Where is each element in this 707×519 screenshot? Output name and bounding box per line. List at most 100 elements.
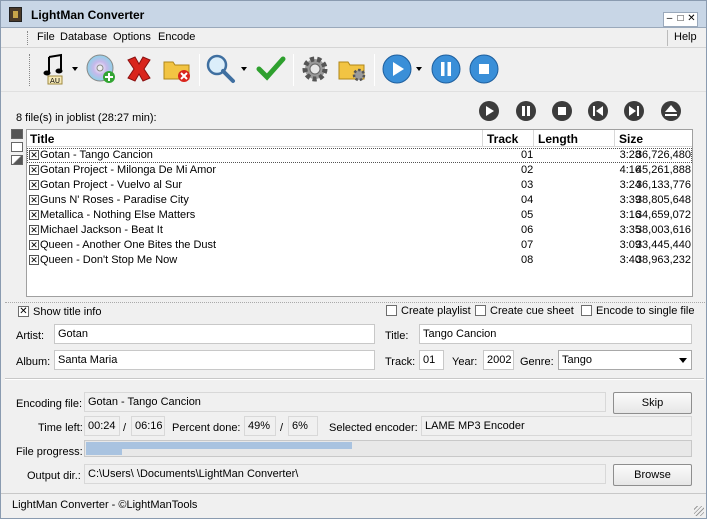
title-field[interactable]: Tango Cancion — [419, 324, 692, 344]
menu-help[interactable]: Help — [674, 31, 697, 43]
invert-selection-icon[interactable] — [11, 155, 23, 165]
file-progress-bar — [84, 440, 692, 457]
player-next-icon[interactable] — [623, 100, 645, 122]
table-row[interactable]: ✕ Guns N' Roses - Paradise City 04 3:39 … — [27, 193, 692, 208]
joblist-summary: 8 file(s) in joblist (28:27 min): — [16, 112, 157, 124]
add-cd-icon[interactable] — [85, 53, 117, 85]
album-field[interactable]: Santa Maria — [54, 350, 375, 370]
show-title-info-checkbox[interactable]: ✕ — [18, 306, 29, 317]
table-row[interactable]: ✕ Queen - Another One Bites the Dust 07 … — [27, 238, 692, 253]
row-checkbox[interactable]: ✕ — [29, 225, 39, 235]
year-label: Year: — [452, 356, 478, 368]
menu-encode[interactable]: Encode — [158, 31, 195, 43]
year-field[interactable]: 2002 — [483, 350, 514, 370]
row-checkbox[interactable]: ✕ — [29, 150, 39, 160]
track-field[interactable]: 01 — [419, 350, 444, 370]
table-row[interactable]: ✕ Gotan Project - Milonga De Mi Amor 02 … — [27, 163, 692, 178]
resize-grip[interactable] — [694, 506, 704, 516]
column-title[interactable]: Title — [30, 132, 54, 146]
row-title: Gotan Project - Milonga De Mi Amor — [40, 164, 217, 176]
settings-icon[interactable] — [299, 53, 331, 85]
status-bar: LightMan Converter - ©LightManTools — [1, 493, 706, 518]
table-row[interactable]: ✕ Queen - Don't Stop Me Now 08 3:40 38,9… — [27, 253, 692, 268]
menu-options[interactable]: Options — [113, 31, 151, 43]
maximize-button[interactable]: □ — [675, 13, 686, 26]
stop-icon[interactable] — [468, 53, 500, 85]
table-row[interactable]: ✕ Gotan - Tango Cancion 01 3:28 36,726,4… — [27, 148, 692, 163]
play-icon[interactable] — [381, 53, 413, 85]
album-label: Album: — [16, 356, 51, 368]
title-label: Title: — [385, 330, 409, 342]
window-title: LightMan Converter — [31, 8, 145, 22]
column-track[interactable]: Track — [487, 132, 518, 146]
encode-single-file-checkbox[interactable] — [581, 305, 592, 316]
search-icon[interactable] — [205, 53, 237, 85]
toolbar-separator — [199, 54, 200, 86]
check-icon[interactable] — [255, 53, 287, 85]
table-row[interactable]: ✕ Michael Jackson - Beat It 06 3:35 38,0… — [27, 223, 692, 238]
row-track: 08 — [521, 254, 534, 266]
add-audio-icon[interactable]: AU — [39, 53, 71, 85]
row-track: 01 — [521, 149, 534, 161]
select-all-icon[interactable] — [11, 129, 23, 139]
percent-done-label: Percent done: — [172, 422, 241, 434]
toolbar-separator — [374, 54, 375, 86]
skip-button[interactable]: Skip — [613, 392, 692, 414]
row-size: 33,445,440 — [635, 239, 691, 251]
close-button[interactable]: ✕ — [686, 13, 697, 26]
table-row[interactable]: ✕ Metallica - Nothing Else Matters 05 3:… — [27, 208, 692, 223]
show-title-info-label: Show title info — [33, 306, 102, 318]
artist-field[interactable]: Gotan — [54, 324, 375, 344]
genre-select[interactable]: Tango — [558, 350, 692, 370]
search-dropdown-icon[interactable] — [241, 67, 247, 71]
file-progress-label: File progress: — [16, 446, 83, 458]
row-checkbox[interactable]: ✕ — [29, 180, 39, 190]
row-title: Queen - Another One Bites the Dust — [40, 239, 217, 251]
chevron-down-icon — [679, 358, 687, 363]
folder-settings-icon[interactable] — [336, 53, 368, 85]
minimize-button[interactable]: – — [664, 13, 675, 26]
remove-icon[interactable] — [123, 53, 155, 85]
select-none-icon[interactable] — [11, 142, 23, 152]
player-play-icon[interactable] — [478, 100, 500, 122]
row-title: Gotan - Tango Cancion — [40, 149, 153, 161]
menu-file[interactable]: File — [37, 31, 55, 43]
player-eject-icon[interactable] — [660, 100, 682, 122]
toolbar: AU — [1, 48, 706, 92]
row-track: 07 — [521, 239, 534, 251]
create-playlist-checkbox[interactable] — [386, 305, 397, 316]
genre-value: Tango — [562, 354, 592, 366]
row-title: Metallica - Nothing Else Matters — [40, 209, 196, 221]
column-separator — [533, 130, 534, 147]
pause-icon[interactable] — [430, 53, 462, 85]
row-checkbox[interactable]: ✕ — [29, 165, 39, 175]
create-cue-sheet-checkbox[interactable] — [475, 305, 486, 316]
row-checkbox[interactable]: ✕ — [29, 255, 39, 265]
column-length[interactable]: Length — [538, 132, 578, 146]
table-row[interactable]: ✕ Gotan Project - Vuelvo al Sur 03 3:24 … — [27, 178, 692, 193]
row-checkbox[interactable]: ✕ — [29, 240, 39, 250]
play-dropdown-icon[interactable] — [416, 67, 422, 71]
menu-database[interactable]: Database — [60, 31, 107, 43]
browse-button[interactable]: Browse — [613, 464, 692, 486]
file-list[interactable]: Title Track Length Size ✕ Gotan - Tango … — [26, 129, 693, 297]
splitter[interactable] — [5, 302, 705, 304]
row-track: 03 — [521, 179, 534, 191]
player-pause-icon[interactable] — [515, 100, 537, 122]
time-left-field: 00:24 — [84, 416, 120, 436]
player-previous-icon[interactable] — [587, 100, 609, 122]
clear-folder-icon[interactable] — [161, 53, 193, 85]
list-side-tools — [11, 129, 23, 168]
row-size: 38,963,232 — [635, 254, 691, 266]
row-size: 38,003,616 — [635, 224, 691, 236]
output-dir-label: Output dir.: — [27, 470, 81, 482]
row-checkbox[interactable]: ✕ — [29, 210, 39, 220]
row-checkbox[interactable]: ✕ — [29, 195, 39, 205]
add-audio-dropdown-icon[interactable] — [72, 67, 78, 71]
total-progress-fill — [86, 449, 122, 455]
column-size[interactable]: Size — [619, 132, 643, 146]
column-separator — [614, 130, 615, 147]
row-track: 02 — [521, 164, 534, 176]
selected-encoder-label: Selected encoder: — [329, 422, 418, 434]
player-stop-icon[interactable] — [551, 100, 573, 122]
